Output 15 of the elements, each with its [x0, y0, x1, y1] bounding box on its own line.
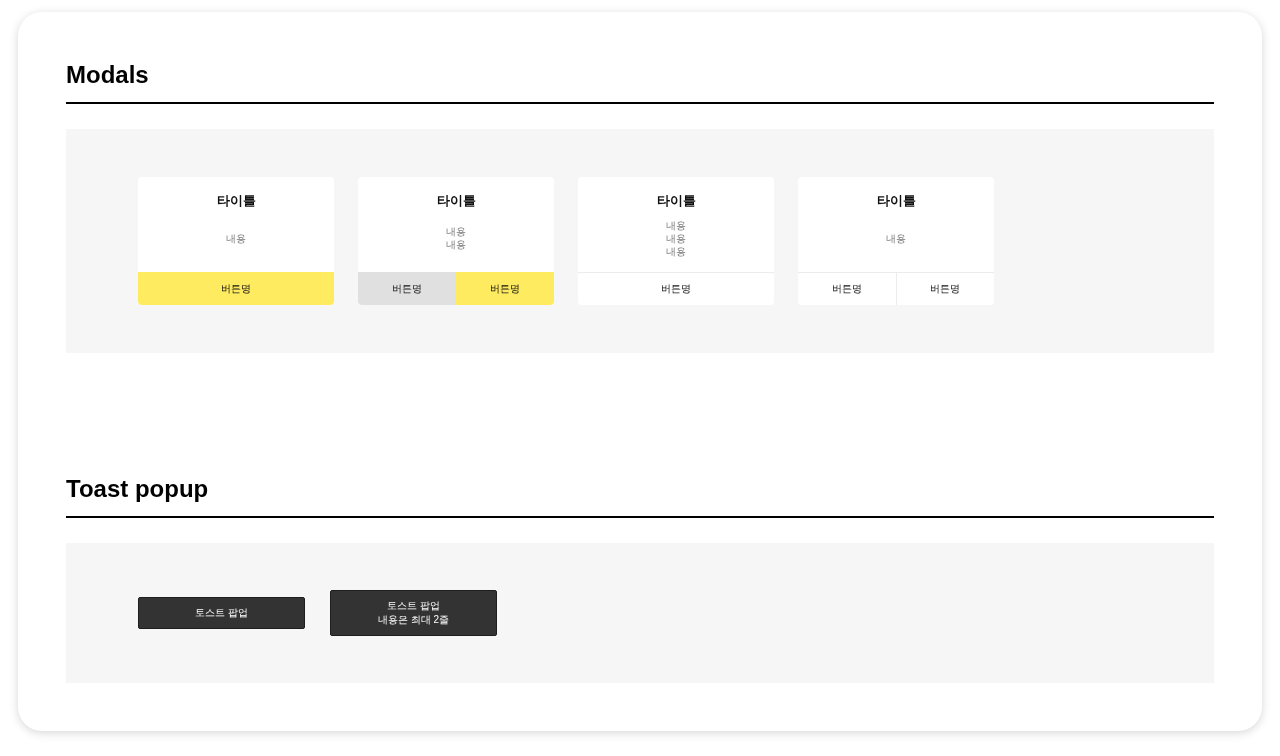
modal-content: 내용 — [886, 231, 906, 245]
modal-title: 타이틀 — [876, 192, 916, 210]
modal-title: 타이틀 — [656, 192, 696, 210]
modal-button[interactable]: 버튼명 — [456, 272, 554, 305]
modal-title: 타이틀 — [216, 192, 256, 210]
modal-content: 내용 내용 — [446, 225, 466, 251]
toast-popup: 토스트 팝업 내용은 최대 2줄 — [330, 590, 497, 636]
modal-button[interactable]: 버튼명 — [138, 272, 334, 305]
section-title: Toast popup — [66, 474, 209, 504]
modal-button[interactable]: 버튼명 — [358, 272, 456, 305]
section-title: Modals — [66, 60, 149, 90]
modal-content: 내용 내용 내용 — [666, 218, 686, 258]
modal-title: 타이틀 — [436, 192, 476, 210]
toast-popup: 토스트 팝업 — [138, 597, 305, 629]
modal-content: 내용 — [226, 231, 246, 245]
